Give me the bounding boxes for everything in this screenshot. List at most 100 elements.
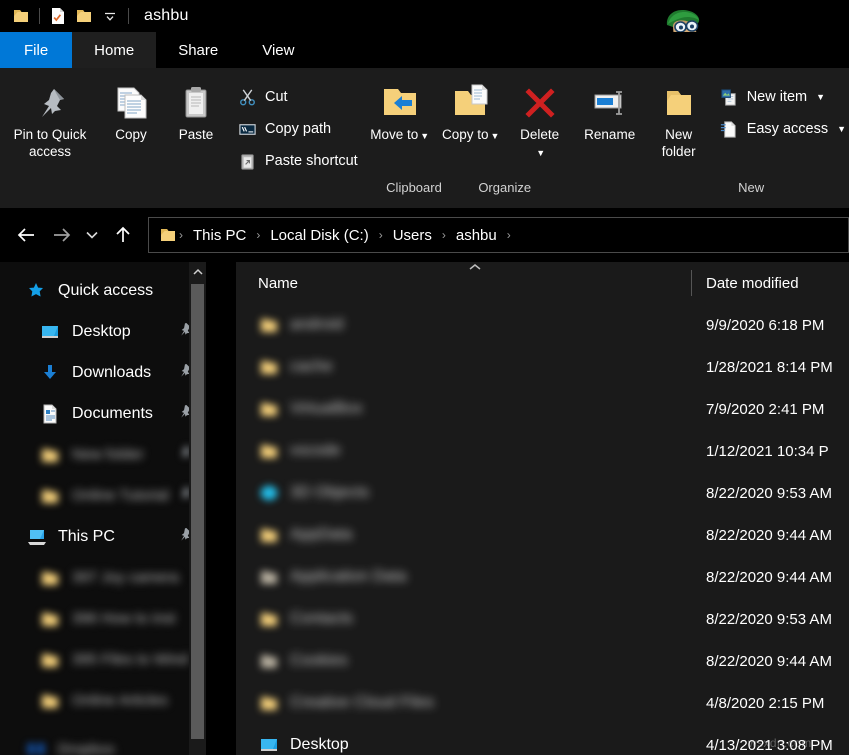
sidebar-item-quick-access[interactable]: Quick access (0, 270, 206, 311)
column-header-name[interactable]: Name (258, 275, 298, 292)
file-list-pane: Name Date modified android 9/9/2020 6:18… (236, 262, 849, 755)
table-row[interactable]: 3D Objects 8/22/2020 9:53 AM (236, 472, 849, 514)
address-bar: › This PC › Local Disk (C:) › Users › as… (0, 208, 849, 262)
easy-access-caret-icon[interactable]: ▼ (837, 124, 846, 134)
file-name: vscode (290, 442, 341, 460)
file-rows: android 9/9/2020 6:18 PM cache 1/28/2021… (236, 304, 849, 755)
nav-pane-scrollbar[interactable] (189, 262, 206, 755)
new-folder-label: New folder (646, 126, 712, 160)
table-row[interactable]: vscode 1/12/2021 10:34 P (236, 430, 849, 472)
breadcrumb-item-local-disk[interactable]: Local Disk (C:) (262, 227, 376, 244)
file-name: Application Data (290, 568, 407, 586)
easy-access-button[interactable]: Easy access ▼ (712, 114, 849, 144)
navigation-pane: Quick access Desktop Downloads Doc (0, 262, 206, 755)
tab-view[interactable]: View (240, 32, 316, 68)
sidebar-item-online-articles[interactable]: Online Articles (0, 680, 206, 721)
new-folder-button[interactable]: New folder (646, 76, 712, 160)
scroll-up-button[interactable] (189, 262, 206, 282)
forward-button[interactable] (44, 218, 78, 252)
sidebar-item-397-joy-camera[interactable]: 397 Joy camera (0, 557, 206, 598)
new-item-caret-icon[interactable]: ▼ (816, 92, 825, 102)
table-row[interactable]: AppData 8/22/2020 9:44 AM (236, 514, 849, 556)
tab-file[interactable]: File (0, 32, 72, 68)
move-to-button[interactable]: Move to▼ (364, 76, 436, 145)
paste-shortcut-icon (236, 150, 258, 172)
back-button[interactable] (10, 218, 44, 252)
sidebar-item-desktop[interactable]: Desktop (0, 311, 206, 352)
copy-button[interactable]: Copy (100, 76, 162, 143)
file-date: 8/22/2020 9:44 AM (706, 653, 832, 670)
sidebar-item-documents[interactable]: Documents (0, 393, 206, 434)
breadcrumb-item-ashbu[interactable]: ashbu (448, 227, 505, 244)
rename-button[interactable]: Rename (574, 76, 646, 143)
sidebar-item-dropbox[interactable]: Dropbox (0, 729, 206, 755)
move-to-caret-icon[interactable]: ▼ (420, 131, 429, 141)
copy-to-label: Copy to▼ (440, 126, 501, 145)
breadcrumb-separator-0: › (177, 228, 185, 242)
paste-button[interactable]: Paste (162, 76, 230, 143)
tab-share[interactable]: Share (156, 32, 240, 68)
file-date: 4/13/2021 3:08 PM (706, 737, 833, 754)
sidebar-label-online-tutorial: Online Tutorial (72, 487, 169, 504)
file-name: Contacts (290, 610, 353, 628)
delete-caret-icon[interactable]: ▼ (536, 148, 545, 158)
copy-to-button[interactable]: Copy to▼ (436, 76, 506, 145)
table-row[interactable]: cache 1/28/2021 8:14 PM (236, 346, 849, 388)
file-date: 1/28/2021 8:14 PM (706, 359, 833, 376)
folder-icon (40, 568, 68, 588)
file-name: VirtualBox (290, 400, 363, 418)
3d-objects-icon (258, 482, 280, 504)
sidebar-item-396-how-to-inst[interactable]: 396 How to inst (0, 598, 206, 639)
copy-to-caret-icon[interactable]: ▼ (490, 131, 499, 141)
file-name: Creative Cloud Files (290, 694, 434, 712)
sidebar-item-new-folder[interactable]: New folder (0, 434, 206, 475)
recent-locations-button[interactable] (78, 218, 106, 252)
sidebar-item-downloads[interactable]: Downloads (0, 352, 206, 393)
desktop-icon (40, 322, 68, 342)
folder-icon (40, 609, 68, 629)
table-row[interactable]: Cookies 8/22/2020 9:44 AM (236, 640, 849, 682)
pin-to-quick-access-button[interactable]: Pin to Quick access (0, 76, 100, 160)
main-area: Quick access Desktop Downloads Doc (0, 262, 849, 755)
column-header-date-modified[interactable]: Date modified (706, 275, 799, 292)
table-row[interactable]: Creative Cloud Files 4/8/2020 2:15 PM (236, 682, 849, 724)
table-row[interactable]: Desktop 4/13/2021 3:08 PM (236, 724, 849, 755)
new-folder-icon (659, 80, 699, 126)
copy-path-button[interactable]: Copy path (230, 114, 364, 144)
folder-icon (258, 398, 280, 420)
breadcrumb[interactable]: › This PC › Local Disk (C:) › Users › as… (148, 217, 849, 253)
clipboard-copy-label-spacer (100, 186, 162, 208)
file-date: 9/9/2020 6:18 PM (706, 317, 824, 334)
table-row[interactable]: Application Data 8/22/2020 9:44 AM (236, 556, 849, 598)
qat-properties-icon[interactable] (45, 3, 71, 29)
delete-button[interactable]: Delete ▼ (506, 76, 574, 162)
breadcrumb-item-this-pc[interactable]: This PC (185, 227, 254, 244)
breadcrumb-item-users[interactable]: Users (385, 227, 440, 244)
qat-folder-icon[interactable] (8, 3, 34, 29)
cut-button[interactable]: Cut (230, 82, 364, 112)
breadcrumb-separator-4[interactable]: › (505, 228, 513, 242)
ribbon-group-organize-rename: Rename Organize (574, 68, 646, 208)
title-bar: ashbu (0, 0, 849, 32)
column-divider[interactable] (691, 270, 692, 296)
tab-home[interactable]: Home (72, 32, 156, 68)
qat-new-folder-icon[interactable] (71, 3, 97, 29)
rename-label: Rename (582, 126, 637, 143)
up-button[interactable] (106, 218, 140, 252)
new-item-button[interactable]: New item ▼ (712, 82, 849, 112)
qat-chevron-down-icon[interactable] (97, 3, 123, 29)
sidebar-item-online-tutorial[interactable]: Online Tutorial (0, 475, 206, 516)
nav-scrollbar-thumb[interactable] (191, 284, 204, 739)
file-name: cache (290, 358, 333, 376)
file-date: 7/9/2020 2:41 PM (706, 401, 824, 418)
paste-shortcut-button[interactable]: Paste shortcut (230, 146, 364, 176)
file-name: Cookies (290, 652, 348, 670)
sidebar-item-this-pc[interactable]: This PC (0, 516, 206, 557)
table-row[interactable]: VirtualBox 7/9/2020 2:41 PM (236, 388, 849, 430)
paste-shortcut-label: Paste shortcut (265, 153, 358, 169)
sidebar-item-395-files-to-wind[interactable]: 395 Files to Wind (0, 639, 206, 680)
table-row[interactable]: Contacts 8/22/2020 9:53 AM (236, 598, 849, 640)
table-row[interactable]: android 9/9/2020 6:18 PM (236, 304, 849, 346)
sidebar-label-397: 397 Joy camera (72, 569, 179, 586)
copy-label: Copy (113, 126, 149, 143)
